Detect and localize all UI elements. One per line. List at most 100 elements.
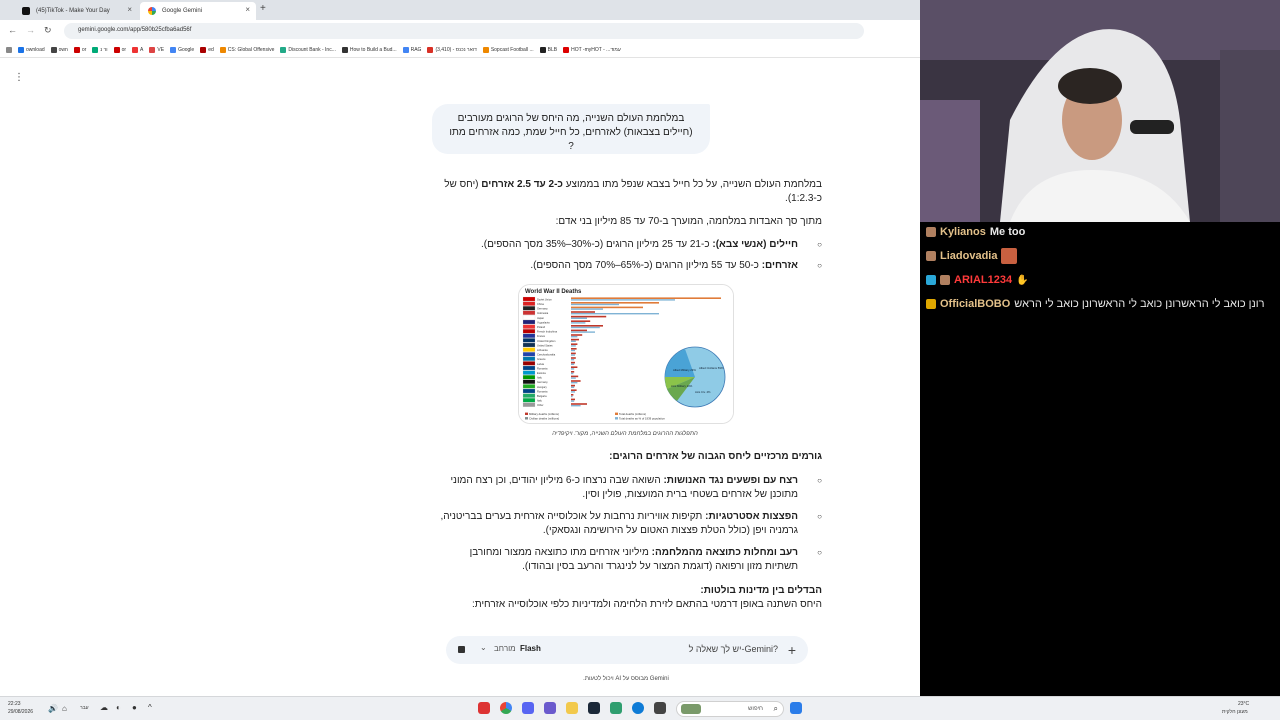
factors-section: גורמים מרכזיים ליחס הגבוה של אזרחים הרוג… — [434, 450, 823, 612]
legend-label: Total deaths (millions) — [619, 412, 646, 416]
country-label: Germany — [537, 307, 548, 311]
headset-icon[interactable]: ◐ — [116, 703, 121, 712]
forward-icon[interactable]: → — [26, 25, 35, 35]
legend-swatch — [615, 412, 618, 415]
pie-label: Allied Civilians 59% — [699, 366, 724, 370]
edge-icon[interactable] — [632, 702, 644, 714]
chevron-up-icon[interactable]: ^ — [148, 703, 152, 712]
bookmark-item[interactable]: A — [132, 46, 143, 53]
bookmark-item[interactable]: HOT -myHOT - ...עמוד — [563, 46, 621, 53]
folder-icon[interactable] — [566, 702, 578, 714]
bookmark-item[interactable]: RAG — [402, 46, 421, 53]
country-label: Italy — [537, 399, 542, 403]
google-icon — [148, 7, 156, 15]
weather-widget-icon — [681, 704, 701, 714]
discord-icon[interactable] — [522, 702, 534, 714]
flag-icon — [522, 379, 536, 384]
flag-icon — [522, 310, 536, 315]
obs-icon[interactable]: ● — [132, 703, 137, 712]
flag-icon — [522, 306, 536, 311]
list-item: ○ רעב ומחלות כתוצאה מהמלחמה: מיליוני אזרח… — [469, 547, 822, 572]
chat-message: Kylianos Me too — [926, 222, 1025, 242]
bookmark-item[interactable]: or — [113, 46, 126, 53]
close-icon[interactable]: × — [127, 5, 132, 14]
bookmark-item[interactable]: VE — [149, 46, 164, 53]
model-mode[interactable]: מורחב — [494, 644, 516, 653]
network-icon[interactable]: ⌂ — [62, 704, 67, 713]
percent-bar — [571, 395, 573, 398]
language-indicator[interactable]: עבר — [80, 705, 89, 711]
bookmark-item[interactable]: own — [50, 46, 68, 53]
chat-text: רונן כואב לי הראשרונן כואב לי הראשרונן כ… — [1014, 298, 1265, 310]
close-icon[interactable]: × — [245, 5, 250, 14]
reload-icon[interactable]: ↻ — [44, 25, 52, 36]
bookmark-item[interactable]: BLB — [539, 46, 557, 53]
onedrive-icon[interactable]: ☁ — [100, 703, 108, 712]
country-label: Czechoslovakia — [537, 353, 556, 357]
flag-icon — [522, 402, 536, 407]
chrome-icon[interactable] — [500, 702, 512, 714]
app-icon[interactable] — [610, 702, 622, 714]
country-label: Romania — [537, 366, 548, 370]
country-label: United States — [537, 343, 553, 347]
user-question: במלחמת העולם השנייה, מה היחס של הרוגים מ… — [449, 113, 693, 152]
new-tab-button[interactable]: + — [260, 3, 266, 14]
volume-icon[interactable]: 🔊 — [48, 704, 58, 713]
chat-message: OfficialBOBO רונן כואב לי הראשרונן כואב … — [926, 294, 1265, 314]
windows-start-icon[interactable] — [790, 702, 802, 714]
bookmark-item[interactable]: Discount Bank - Inc... — [280, 46, 336, 53]
bookmark-item[interactable]: ed — [200, 46, 214, 53]
app-icon-red[interactable] — [478, 702, 490, 714]
more-vert-icon[interactable]: ⋮ — [14, 72, 24, 83]
prompt-composer[interactable]: + ?Gemini-יש לך שאלה ל Flash מורחב ⌄ — [446, 636, 808, 664]
stream-chat: Kylianos Me too Liadovadia ARIAL1234 ✋ O… — [920, 222, 1280, 696]
deaths-bar — [571, 375, 579, 378]
badge-icon — [940, 275, 950, 285]
total-line: מתוך סך האבדות במלחמה, המוערך ב-70 עד 85… — [555, 216, 822, 227]
apps-icon[interactable] — [6, 46, 12, 53]
deaths-bar — [571, 329, 587, 332]
model-name[interactable]: Flash — [520, 644, 541, 653]
bookmark-item[interactable]: ור נ — [92, 46, 108, 53]
bookmark-item[interactable]: CS: Global Offensive — [219, 46, 274, 53]
bookmark-item[interactable]: ownload — [18, 46, 45, 53]
flag-icon — [522, 333, 536, 338]
disclaimer: Gemini מבוסס על AI ויכול לטעות. — [583, 676, 669, 682]
percent-bar — [571, 368, 575, 370]
country-label: France — [537, 334, 546, 338]
prompt-input[interactable]: ?Gemini-יש לך שאלה ל — [689, 644, 778, 654]
app-icon[interactable] — [544, 702, 556, 714]
badge-icon — [926, 275, 936, 285]
bookmark-item[interactable]: or — [73, 46, 86, 53]
percent-bar — [571, 359, 575, 361]
country-label: Bulgaria — [537, 394, 547, 398]
app-icon[interactable] — [654, 702, 666, 714]
deaths-bar — [571, 343, 578, 345]
flag-icon — [522, 370, 536, 375]
wwii-deaths-chart: World War II Deaths Soviet UnionChinaGer… — [519, 285, 733, 423]
stop-icon[interactable] — [458, 646, 465, 653]
gemini-page: ⋮ במלחמת העולם השנייה, מה היחס של הרוגים… — [0, 60, 920, 696]
flag-icon — [522, 347, 536, 352]
chevron-down-icon[interactable]: ⌄ — [480, 643, 487, 652]
bookmark-item[interactable]: (3,410) - דואר נכנס — [427, 46, 477, 53]
deaths-bar — [571, 366, 578, 368]
address-bar[interactable]: gemini.google.com/app/580b25cfba6ad56f — [64, 23, 864, 39]
deaths-bar — [571, 320, 591, 322]
flag-icon — [522, 301, 536, 306]
bookmark-item[interactable]: Google — [170, 46, 194, 53]
bookmark-item[interactable]: Sopcast Football ... — [482, 46, 534, 53]
country-label: Germany — [537, 380, 548, 384]
tab-tiktok[interactable]: (45)TikTok - Make Your Day × — [14, 2, 138, 20]
flag-icon — [522, 352, 536, 357]
back-icon[interactable]: ← — [8, 25, 17, 35]
steam-icon[interactable] — [588, 702, 600, 714]
deaths-bar — [571, 389, 577, 391]
bookmark-item[interactable]: How to Build a Bud... — [341, 46, 397, 53]
flag-icon — [522, 329, 536, 334]
wwii-deaths-image[interactable]: World War II Deaths Soviet Union China Ger… — [518, 284, 734, 424]
percent-bar — [571, 336, 578, 338]
taskbar-search[interactable]: חיפוש ⌕ — [676, 701, 784, 717]
tab-gemini[interactable]: Google Gemini × — [140, 2, 256, 20]
add-icon[interactable]: + — [788, 642, 796, 658]
